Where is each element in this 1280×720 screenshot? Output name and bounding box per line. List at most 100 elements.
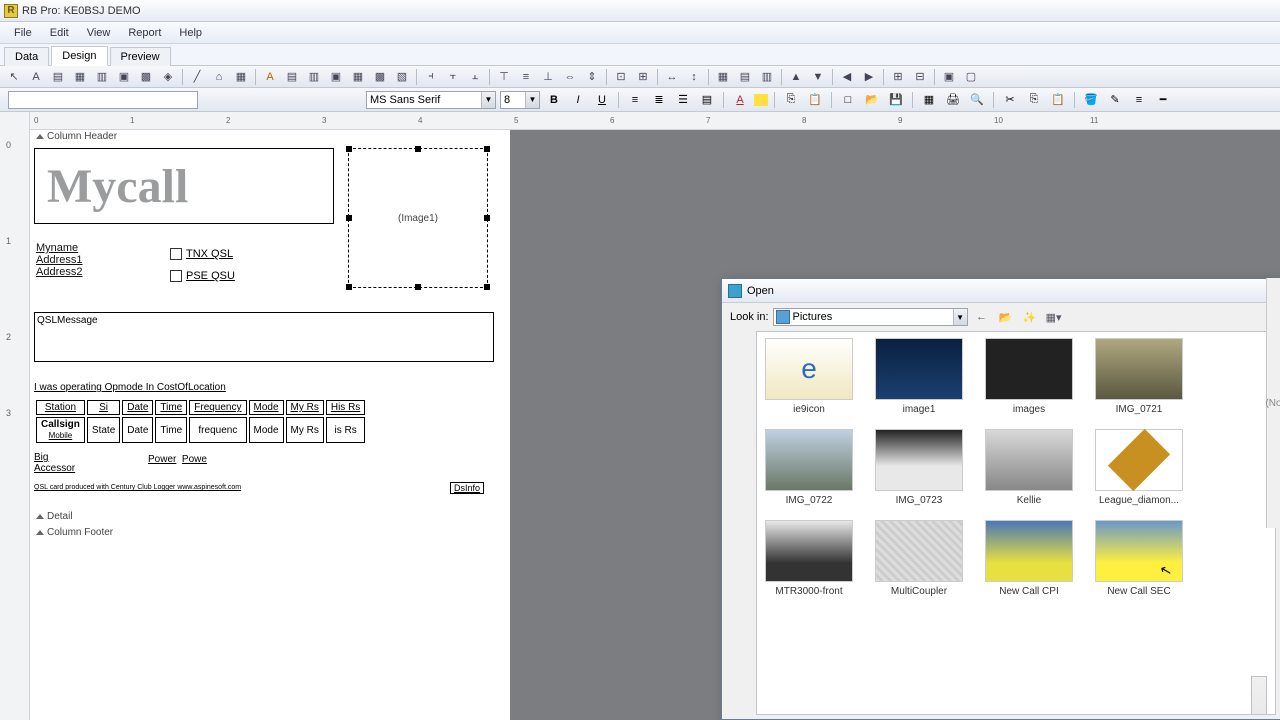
operating-line[interactable]: I was operating Opmode In CostOfLocation — [34, 382, 226, 393]
font-color-button[interactable]: A — [730, 91, 750, 109]
tab-preview[interactable]: Preview — [110, 47, 171, 66]
lookin-combo[interactable]: Pictures ▼ — [773, 308, 968, 326]
crosstab-tool-button[interactable]: ▥ — [757, 68, 777, 86]
copy2-button[interactable]: ⎘ — [1024, 91, 1044, 109]
open-button[interactable]: 📂 — [862, 91, 882, 109]
file-item[interactable]: New Call SEC — [1093, 520, 1185, 597]
line-color-button[interactable]: ✎ — [1105, 91, 1125, 109]
file-item[interactable]: IMG_0721 — [1093, 338, 1185, 415]
system-tool-button[interactable]: ▣ — [114, 68, 134, 86]
memo-tool-button[interactable]: ▦ — [70, 68, 90, 86]
tab-data[interactable]: Data — [4, 47, 49, 66]
table-tool-button[interactable]: ▦ — [713, 68, 733, 86]
center-v-button[interactable]: ⊞ — [633, 68, 653, 86]
print-button[interactable]: 🖨 — [943, 91, 963, 109]
size-w-button[interactable]: ↔ — [662, 68, 682, 86]
bring-front-button[interactable]: ▲ — [786, 68, 806, 86]
textalign-right-button[interactable]: ☰ — [673, 91, 693, 109]
label-tool-button[interactable]: ▤ — [48, 68, 68, 86]
tnx-row[interactable]: TNX QSL — [170, 248, 233, 260]
view-menu-button[interactable]: ▦▾ — [1044, 308, 1064, 326]
file-item[interactable]: image1 — [873, 338, 965, 415]
align-right-button[interactable]: ⫠ — [465, 68, 485, 86]
bold-button[interactable]: B — [544, 91, 564, 109]
name-address-block[interactable]: Myname Address1 Address2 — [36, 242, 82, 278]
qso-table[interactable]: Station Si Date Time Frequency Mode My R… — [34, 398, 367, 445]
paste2-button[interactable]: 📋 — [1048, 91, 1068, 109]
file-item[interactable]: New Call CPI — [983, 520, 1075, 597]
nudge-left-button[interactable]: ◀ — [837, 68, 857, 86]
back-button[interactable]: ← — [972, 308, 992, 326]
dbimage-tool-button[interactable]: ▣ — [326, 68, 346, 86]
file-item[interactable]: League_diamon... — [1093, 429, 1185, 506]
chevron-down-icon[interactable]: ▼ — [481, 92, 495, 108]
file-item[interactable]: IMG_0722 — [763, 429, 855, 506]
page-setup-button[interactable]: ▦ — [919, 91, 939, 109]
pointer-tool-button[interactable]: ↖ — [4, 68, 24, 86]
textalign-left-button[interactable]: ≡ — [625, 91, 645, 109]
line-style-button[interactable]: ≡ — [1129, 91, 1149, 109]
file-item[interactable]: Kellie — [983, 429, 1075, 506]
image-tool-button[interactable]: ▩ — [136, 68, 156, 86]
scrollbar[interactable] — [1251, 676, 1267, 715]
section-detail-label[interactable]: Detail — [32, 510, 77, 523]
dbchart-tool-button[interactable]: ▧ — [392, 68, 412, 86]
paste-button[interactable]: 📋 — [805, 91, 825, 109]
barcode-tool-button[interactable]: ▦ — [231, 68, 251, 86]
extra1-button[interactable]: ▣ — [939, 68, 959, 86]
save-button[interactable]: 💾 — [886, 91, 906, 109]
dialog-titlebar[interactable]: Open — [722, 279, 1280, 303]
menu-report[interactable]: Report — [120, 25, 169, 41]
center-h-button[interactable]: ⊡ — [611, 68, 631, 86]
highlight-button[interactable] — [754, 94, 768, 106]
align-center-button[interactable]: ⫟ — [443, 68, 463, 86]
file-item[interactable]: images — [983, 338, 1075, 415]
copy-button[interactable]: ⎘ — [781, 91, 801, 109]
dsinfo-field[interactable]: DsInfo — [450, 482, 484, 494]
new-button[interactable]: □ — [838, 91, 858, 109]
extra2-button[interactable]: ▢ — [961, 68, 981, 86]
new-folder-button[interactable]: ✨ — [1020, 308, 1040, 326]
region-tool-button[interactable]: ⌂ — [209, 68, 229, 86]
font-size-combo[interactable]: 8 ▼ — [500, 91, 540, 109]
checkbox-icon[interactable] — [170, 248, 182, 260]
file-item[interactable]: MTR3000-front — [763, 520, 855, 597]
line-tool-button[interactable]: ╱ — [187, 68, 207, 86]
richtext-tool-button[interactable]: ▥ — [92, 68, 112, 86]
dbtext-tool-button[interactable]: A — [260, 68, 280, 86]
file-item[interactable]: IMG_0723 — [873, 429, 965, 506]
up-button[interactable]: 📂 — [996, 308, 1016, 326]
section-header-label[interactable]: Column Header — [32, 130, 121, 143]
underline-button[interactable]: U — [592, 91, 612, 109]
textalign-center-button[interactable]: ≣ — [649, 91, 669, 109]
menu-file[interactable]: File — [6, 25, 40, 41]
send-back-button[interactable]: ▼ — [808, 68, 828, 86]
image-placeholder[interactable]: (Image1) — [348, 148, 488, 288]
font-name-combo[interactable]: MS Sans Serif ▼ — [366, 91, 496, 109]
chevron-down-icon[interactable]: ▼ — [525, 92, 539, 108]
object-name-input[interactable] — [8, 91, 198, 109]
align-middle-button[interactable]: ≡ — [516, 68, 536, 86]
mycall-container[interactable]: Mycall — [34, 148, 334, 224]
tab-design[interactable]: Design — [51, 46, 107, 66]
space-v-button[interactable]: ⇕ — [582, 68, 602, 86]
grid-tool-button[interactable]: ▤ — [735, 68, 755, 86]
pse-row[interactable]: PSE QSU — [170, 270, 235, 282]
menu-edit[interactable]: Edit — [42, 25, 77, 41]
power-block[interactable]: Power Powe — [148, 454, 207, 465]
preview-button[interactable]: 🔍 — [967, 91, 987, 109]
align-top-button[interactable]: ⊤ — [494, 68, 514, 86]
menu-view[interactable]: View — [79, 25, 119, 41]
text-tool-button[interactable]: A — [26, 68, 46, 86]
align-left-button[interactable]: ⫞ — [421, 68, 441, 86]
dbbarcode-tool-button[interactable]: ▦ — [348, 68, 368, 86]
ungroup-button[interactable]: ⊟ — [910, 68, 930, 86]
big-accessor-block[interactable]: Big Accessor — [34, 452, 75, 474]
group-button[interactable]: ⊞ — [888, 68, 908, 86]
menu-help[interactable]: Help — [171, 25, 210, 41]
shape-tool-button[interactable]: ◈ — [158, 68, 178, 86]
fill-color-button[interactable]: 🪣 — [1081, 91, 1101, 109]
chevron-down-icon[interactable]: ▼ — [953, 309, 967, 325]
nudge-right-button[interactable]: ▶ — [859, 68, 879, 86]
file-list[interactable]: eie9icon image1 images IMG_0721 IMG_0722… — [756, 331, 1276, 715]
